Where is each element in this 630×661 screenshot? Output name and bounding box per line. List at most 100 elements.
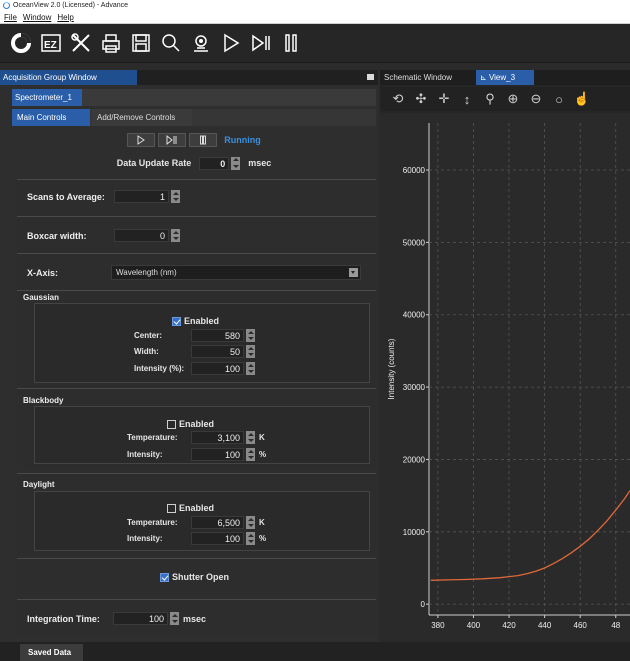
menu-window[interactable]: Window	[23, 13, 51, 22]
reset-zoom-icon[interactable]: ⟲	[390, 91, 406, 107]
hand-icon[interactable]: ☝	[574, 91, 590, 107]
printer-icon[interactable]	[100, 32, 122, 54]
step-button[interactable]	[158, 133, 187, 147]
stepper-arrows-icon[interactable]	[246, 329, 255, 342]
stepper-arrows-icon[interactable]	[246, 516, 255, 529]
pan-xy-icon[interactable]: ✣	[413, 91, 429, 107]
tab-view-3-label: View_3	[488, 73, 516, 82]
main-toolbar: EZ	[0, 24, 630, 63]
save-icon[interactable]	[130, 32, 152, 54]
menu-help[interactable]: Help	[57, 13, 73, 22]
daylight-temperature-label: Temperature:	[127, 518, 178, 527]
zoom-in-icon[interactable]: ⊕	[505, 91, 521, 107]
zoom-out-icon[interactable]: ⊖	[528, 91, 544, 107]
integration-section: Integration Time: 100 msec	[17, 599, 376, 636]
step-icon[interactable]	[250, 32, 272, 54]
boxcar-label: Boxcar width:	[27, 231, 87, 241]
play-button[interactable]	[127, 133, 156, 147]
blackbody-intensity-stepper[interactable]: 100 %	[191, 448, 266, 461]
x-tick-label: 400	[467, 621, 481, 630]
integration-stepper[interactable]: 100 msec	[113, 612, 206, 625]
stepper-arrows-icon[interactable]	[170, 612, 179, 625]
tools-icon[interactable]	[70, 32, 92, 54]
ez-icon[interactable]: EZ	[40, 32, 62, 54]
scans-stepper[interactable]: 1	[114, 190, 180, 203]
daylight-temperature-input[interactable]: 6,500	[191, 516, 244, 529]
pan-x-icon[interactable]: ✛	[436, 91, 452, 107]
search-icon[interactable]	[160, 32, 182, 54]
blackbody-temperature-label: Temperature:	[127, 433, 178, 442]
gaussian-enabled-checkbox[interactable]: Enabled	[172, 316, 220, 327]
xaxis-label: X-Axis:	[27, 268, 59, 278]
gaussian-enabled-label: Enabled	[184, 316, 220, 326]
saved-data-tab[interactable]: Saved Data	[20, 644, 83, 661]
daylight-intensity-input[interactable]: 100	[191, 532, 244, 545]
daylight-title: Daylight	[23, 480, 55, 489]
spectrometer-tab[interactable]: Spectrometer_1	[12, 89, 82, 106]
minimize-icon[interactable]	[367, 74, 374, 80]
menu-file[interactable]: File	[4, 13, 17, 22]
play-icon[interactable]	[220, 32, 242, 54]
temperature-unit: K	[259, 433, 265, 442]
control-tab-row: Main Controls Add/Remove Controls	[12, 109, 376, 126]
gaussian-intensity-stepper[interactable]: 100	[191, 362, 255, 375]
checkbox-checked-icon[interactable]	[160, 573, 169, 583]
xaxis-value: Wavelength (nm)	[116, 268, 177, 277]
gaussian-width-input[interactable]: 50	[191, 345, 244, 358]
integration-input[interactable]: 100	[113, 612, 168, 625]
saved-data-bar: Saved Data	[0, 642, 630, 661]
checkbox-checked-icon[interactable]	[172, 317, 181, 327]
zoom-fit-icon[interactable]: ○	[551, 91, 567, 107]
gaussian-center-stepper[interactable]: 580	[191, 329, 255, 342]
update-rate-label: Data Update Rate	[116, 158, 192, 168]
blackbody-temperature-stepper[interactable]: 3,100 K	[191, 431, 265, 444]
zoom-box-icon[interactable]: ⚲	[482, 91, 498, 107]
spectrum-plot[interactable]: 0 10000 20000 30000 40000 50000 60000 380 400 420…	[380, 113, 630, 643]
blackbody-enabled-label: Enabled	[179, 419, 215, 429]
stepper-arrows-icon[interactable]	[246, 431, 255, 444]
daylight-enabled-checkbox[interactable]: Enabled	[167, 503, 214, 514]
tab-view-3[interactable]: ⊾ View_3	[476, 70, 534, 85]
y-axis-label: Intensity (counts)	[387, 338, 396, 399]
stepper-arrows-icon[interactable]	[171, 190, 180, 203]
gaussian-width-stepper[interactable]: 50	[191, 345, 255, 358]
stepper-arrows-icon[interactable]	[171, 229, 180, 242]
update-rate-stepper[interactable]: 0	[199, 156, 241, 170]
settings-icon[interactable]	[190, 32, 212, 54]
x-tick-label: 48	[611, 621, 620, 630]
oceanview-logo-icon[interactable]	[10, 32, 32, 54]
pause-button[interactable]	[189, 133, 218, 147]
daylight-temperature-stepper[interactable]: 6,500 K	[191, 516, 265, 529]
gaussian-title: Gaussian	[23, 293, 60, 302]
daylight-intensity-stepper[interactable]: 100 %	[191, 532, 266, 545]
y-tick-label: 40000	[403, 311, 426, 320]
spectrum-chart[interactable]: 0 10000 20000 30000 40000 50000 60000 380 400 420…	[380, 113, 630, 643]
chevron-down-icon[interactable]	[349, 268, 358, 277]
blackbody-enabled-checkbox[interactable]: Enabled	[167, 419, 215, 430]
boxcar-input[interactable]: 0	[114, 229, 169, 242]
xaxis-select[interactable]: Wavelength (nm)	[111, 265, 361, 280]
scans-input[interactable]: 1	[114, 190, 169, 203]
shutter-open-checkbox[interactable]: Shutter Open	[160, 572, 229, 583]
boxcar-stepper[interactable]: 0	[114, 229, 180, 242]
blackbody-temperature-input[interactable]: 3,100	[191, 431, 244, 444]
tab-main-controls[interactable]: Main Controls	[12, 109, 90, 126]
tab-schematic-window[interactable]: Schematic Window	[380, 70, 472, 85]
gaussian-center-input[interactable]: 580	[191, 329, 244, 342]
stepper-arrows-icon[interactable]	[246, 448, 255, 461]
update-rate-input[interactable]: 0	[199, 156, 230, 170]
checkbox-unchecked-icon[interactable]	[167, 504, 176, 514]
pan-y-icon[interactable]: ↕	[459, 91, 475, 107]
stepper-arrows-icon[interactable]	[246, 345, 255, 358]
blackbody-intensity-input[interactable]: 100	[191, 448, 244, 461]
tab-add-remove-controls[interactable]: Add/Remove Controls	[92, 109, 192, 126]
view-panel: Schematic Window ⊾ View_3 ⟲ ✣ ✛ ↕ ⚲ ⊕ ⊖ …	[380, 70, 630, 643]
stepper-arrows-icon[interactable]	[231, 156, 241, 170]
svg-text:EZ: EZ	[44, 40, 57, 51]
acquisition-group-tab[interactable]: Acquisition Group Window	[0, 70, 137, 85]
pause-icon[interactable]	[280, 32, 302, 54]
stepper-arrows-icon[interactable]	[246, 532, 255, 545]
checkbox-unchecked-icon[interactable]	[167, 420, 176, 430]
gaussian-intensity-input[interactable]: 100	[191, 362, 244, 375]
stepper-arrows-icon[interactable]	[246, 362, 255, 375]
